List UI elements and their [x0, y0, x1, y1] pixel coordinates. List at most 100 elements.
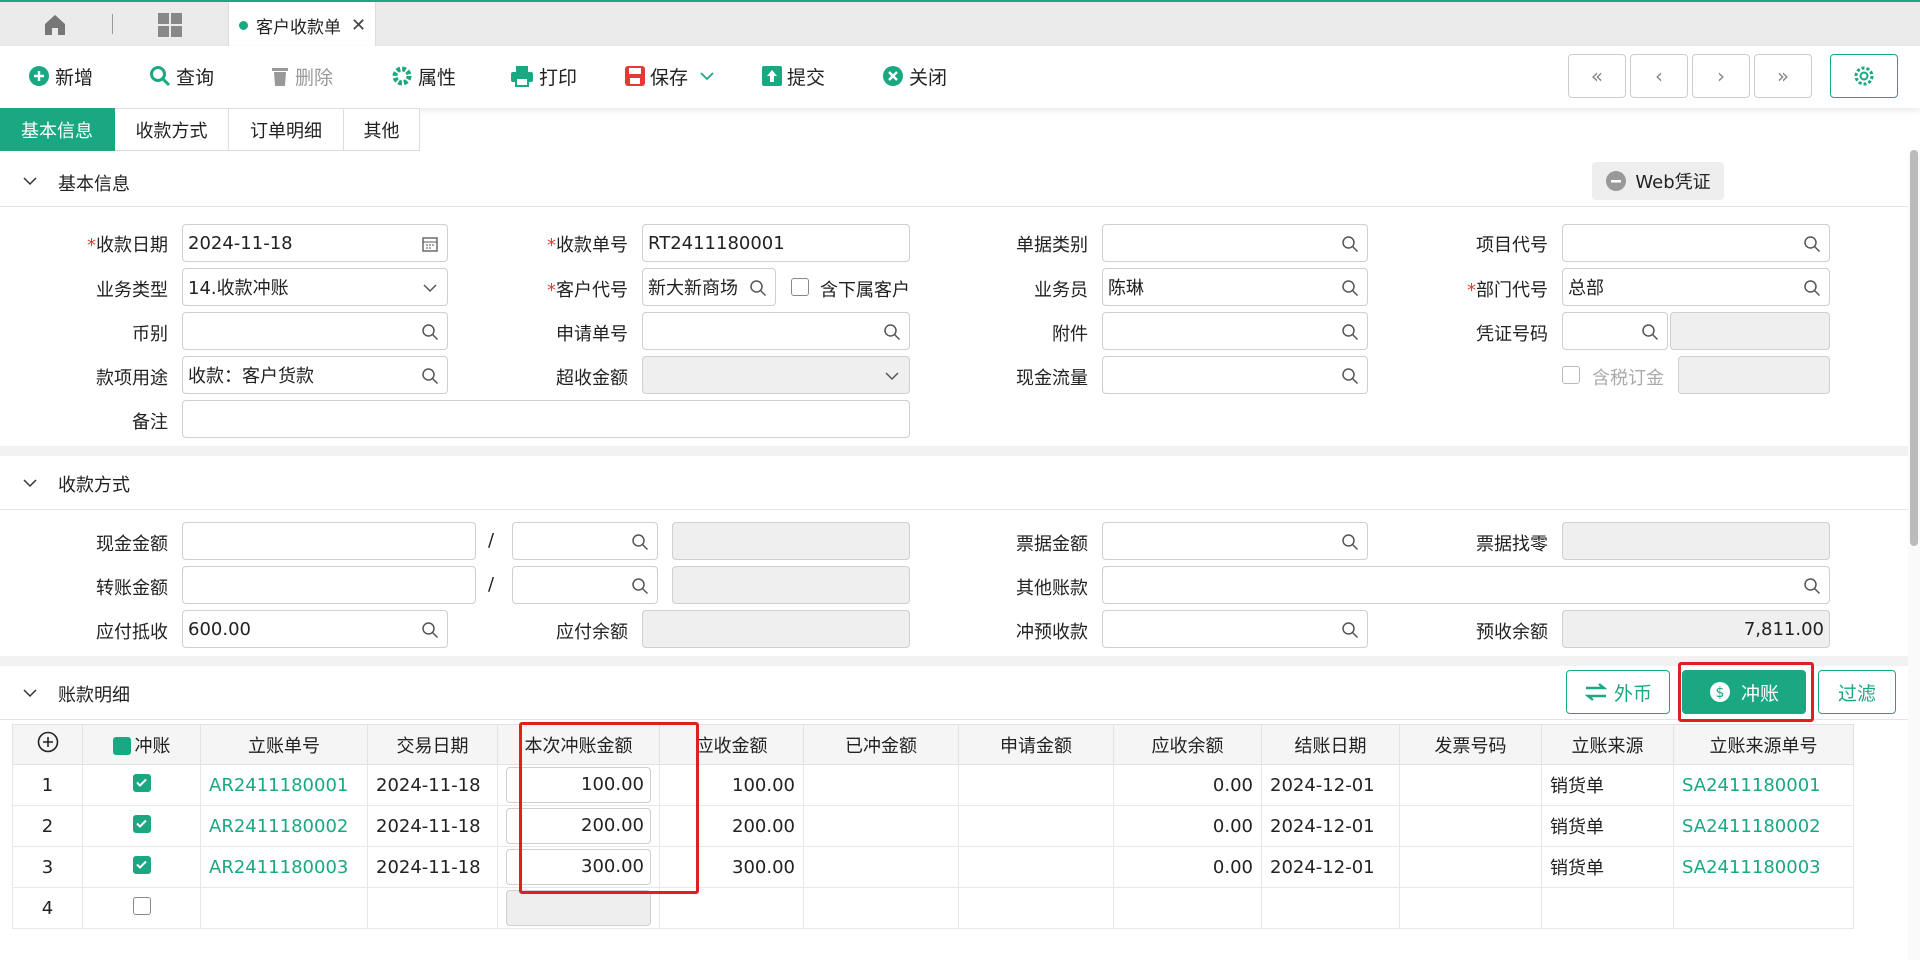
delete-button[interactable]: 删除: [270, 60, 333, 92]
add-row-icon[interactable]: [37, 731, 59, 753]
search-icon[interactable]: [631, 577, 649, 595]
row-checkbox[interactable]: [132, 814, 151, 833]
chevron-down-icon[interactable]: [700, 71, 714, 81]
row-checkbox-cell[interactable]: [82, 846, 201, 888]
settings-button[interactable]: [1830, 54, 1898, 98]
payment-header[interactable]: 收款方式: [0, 456, 1908, 510]
cash-amount-field[interactable]: [182, 522, 476, 560]
search-icon[interactable]: [631, 533, 649, 551]
search-icon[interactable]: [1341, 621, 1359, 639]
currency-field[interactable]: [182, 312, 448, 350]
cash-account-field[interactable]: [512, 522, 658, 560]
search-icon[interactable]: [1641, 323, 1659, 341]
biz-type-select[interactable]: 14.收款冲账: [182, 268, 448, 306]
search-icon[interactable]: [1341, 235, 1359, 253]
prepay-balance-label: 预收余额: [1476, 622, 1548, 643]
source-no-link[interactable]: SA2411180002: [1673, 805, 1854, 847]
search-icon[interactable]: [749, 279, 767, 297]
tax-deposit-checkbox[interactable]: [1562, 366, 1580, 384]
row-checkbox[interactable]: [132, 855, 151, 874]
foreign-currency-button[interactable]: 外币: [1566, 670, 1670, 714]
close-button[interactable]: 关闭: [882, 60, 947, 92]
transfer-account-field[interactable]: [512, 566, 658, 604]
save-button[interactable]: 保存: [625, 60, 719, 92]
col-writeoff[interactable]: 冲账: [82, 724, 201, 765]
bill-amount-field[interactable]: [1102, 522, 1368, 560]
remark-field[interactable]: [182, 400, 910, 438]
ar-no-link[interactable]: AR2411180001: [200, 764, 368, 806]
tab-strip: 客户收款单 ✕: [0, 0, 1920, 48]
web-voucher-button[interactable]: Web凭证: [1592, 162, 1724, 200]
purpose-value: 收款：客户货款: [188, 366, 314, 387]
doc-type-field[interactable]: [1102, 224, 1368, 262]
close-tab-icon[interactable]: ✕: [351, 15, 366, 36]
table-row[interactable]: 4: [12, 887, 1854, 929]
next-record-button[interactable]: ›: [1692, 54, 1750, 98]
search-icon[interactable]: [1803, 577, 1821, 595]
last-record-button[interactable]: »: [1754, 54, 1812, 98]
submit-button[interactable]: 提交: [762, 60, 825, 92]
writeoff-amount-highlight: [519, 722, 699, 894]
page-scrollbar[interactable]: [1908, 150, 1920, 960]
apps-grid-icon[interactable]: [157, 12, 183, 38]
include-sub-checkbox[interactable]: [791, 278, 809, 296]
voucher-no-field[interactable]: [1562, 312, 1668, 350]
transfer-amount-field[interactable]: [182, 566, 476, 604]
tab-other[interactable]: 其他: [344, 108, 420, 151]
tab-basic-info[interactable]: 基本信息: [0, 108, 115, 151]
search-icon[interactable]: [421, 367, 439, 385]
dept-field[interactable]: 总部: [1562, 268, 1830, 306]
customer-field[interactable]: 新大新商场: [642, 268, 776, 306]
ar-no-link[interactable]: AR2411180002: [200, 805, 368, 847]
project-field[interactable]: [1562, 224, 1830, 262]
first-record-button[interactable]: «: [1568, 54, 1626, 98]
calendar-icon[interactable]: [421, 235, 439, 253]
row-checkbox-cell[interactable]: [82, 805, 201, 847]
bill-no-field[interactable]: RT2411180001: [642, 224, 910, 262]
search-icon[interactable]: [421, 621, 439, 639]
other-account-field[interactable]: [1102, 566, 1830, 604]
table-row[interactable]: 2 AR2411180002 2024-11-18 200.00 200.00 …: [12, 805, 1854, 847]
search-icon[interactable]: [1341, 533, 1359, 551]
prev-record-button[interactable]: ‹: [1630, 54, 1688, 98]
search-icon[interactable]: [1341, 367, 1359, 385]
offset-field[interactable]: 600.00: [182, 610, 448, 648]
date-field[interactable]: 2024-11-18: [182, 224, 448, 262]
row-checkbox-cell[interactable]: [82, 764, 201, 806]
select-all-checkbox[interactable]: [112, 736, 131, 755]
row-checkbox[interactable]: [132, 896, 151, 915]
cashflow-field[interactable]: [1102, 356, 1368, 394]
row-checkbox[interactable]: [132, 773, 151, 792]
attachment-field[interactable]: [1102, 312, 1368, 350]
section-gap: [0, 656, 1908, 666]
document-tab[interactable]: 客户收款单 ✕: [228, 2, 376, 48]
source-no-link[interactable]: SA2411180003: [1673, 846, 1854, 888]
search-icon[interactable]: [421, 323, 439, 341]
table-row[interactable]: 3 AR2411180003 2024-11-18 300.00 300.00 …: [12, 846, 1854, 888]
tab-payment-method[interactable]: 收款方式: [115, 108, 229, 151]
search-icon[interactable]: [883, 323, 901, 341]
purpose-field[interactable]: 收款：客户货款: [182, 356, 448, 394]
home-icon[interactable]: [42, 13, 68, 37]
tab-order-detail[interactable]: 订单明细: [229, 108, 344, 151]
query-button[interactable]: 查询: [149, 60, 214, 92]
add-row-header[interactable]: [12, 724, 83, 765]
query-button-label: 查询: [176, 66, 215, 89]
search-icon[interactable]: [1341, 323, 1359, 341]
filter-button[interactable]: 过滤: [1818, 670, 1896, 714]
prepay-offset-field[interactable]: [1102, 610, 1368, 648]
add-button[interactable]: 新增: [28, 60, 93, 92]
table-row[interactable]: 1 AR2411180001 2024-11-18 100.00 100.00 …: [12, 764, 1854, 806]
apply-no-field[interactable]: [642, 312, 910, 350]
search-icon[interactable]: [1341, 279, 1359, 297]
ar-no-link[interactable]: AR2411180003: [200, 846, 368, 888]
scrollbar-thumb[interactable]: [1910, 150, 1918, 546]
search-icon[interactable]: [1803, 235, 1821, 253]
source: 销货单: [1541, 764, 1674, 806]
salesman-field[interactable]: 陈琳: [1102, 268, 1368, 306]
source-no-link[interactable]: SA2411180001: [1673, 764, 1854, 806]
properties-button[interactable]: 属性: [391, 60, 456, 92]
print-button[interactable]: 打印: [510, 60, 577, 92]
row-checkbox-cell[interactable]: [82, 887, 201, 929]
search-icon[interactable]: [1803, 279, 1821, 297]
